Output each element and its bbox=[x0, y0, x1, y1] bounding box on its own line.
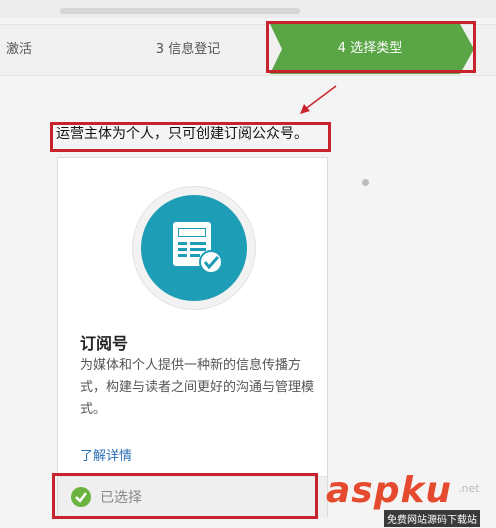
step-activate: 激活 bbox=[6, 42, 33, 57]
watermark-subtitle: 免费网站源码下载站 bbox=[384, 510, 480, 527]
top-strip bbox=[0, 0, 496, 18]
watermark-net: .net bbox=[458, 482, 480, 495]
selected-highlight-box bbox=[52, 473, 318, 519]
blurred-header-text bbox=[60, 8, 300, 14]
watermark-brand: aspku bbox=[326, 470, 453, 511]
red-arrow-icon bbox=[300, 85, 337, 114]
step-info-register: 3 信息登记 bbox=[155, 42, 221, 57]
step-highlight-box bbox=[266, 21, 476, 73]
icon-ring bbox=[132, 186, 256, 310]
subscription-card[interactable]: 订阅号 为媒体和个人提供一种新的信息传播方式，构建与读者之间更好的沟通与管理模式… bbox=[57, 157, 328, 517]
learn-more-link[interactable]: 了解详情 bbox=[80, 445, 132, 464]
watermark: aspku .net 免费网站源码下载站 bbox=[326, 470, 496, 528]
decorative-dot bbox=[362, 179, 369, 186]
card-description: 为媒体和个人提供一种新的信息传播方式，构建与读者之间更好的沟通与管理模式。 bbox=[80, 358, 315, 417]
subscription-icon bbox=[141, 195, 247, 301]
notice-highlight-box bbox=[50, 122, 331, 152]
doc-check-icon bbox=[173, 222, 223, 274]
card-title: 订阅号 bbox=[80, 334, 129, 353]
